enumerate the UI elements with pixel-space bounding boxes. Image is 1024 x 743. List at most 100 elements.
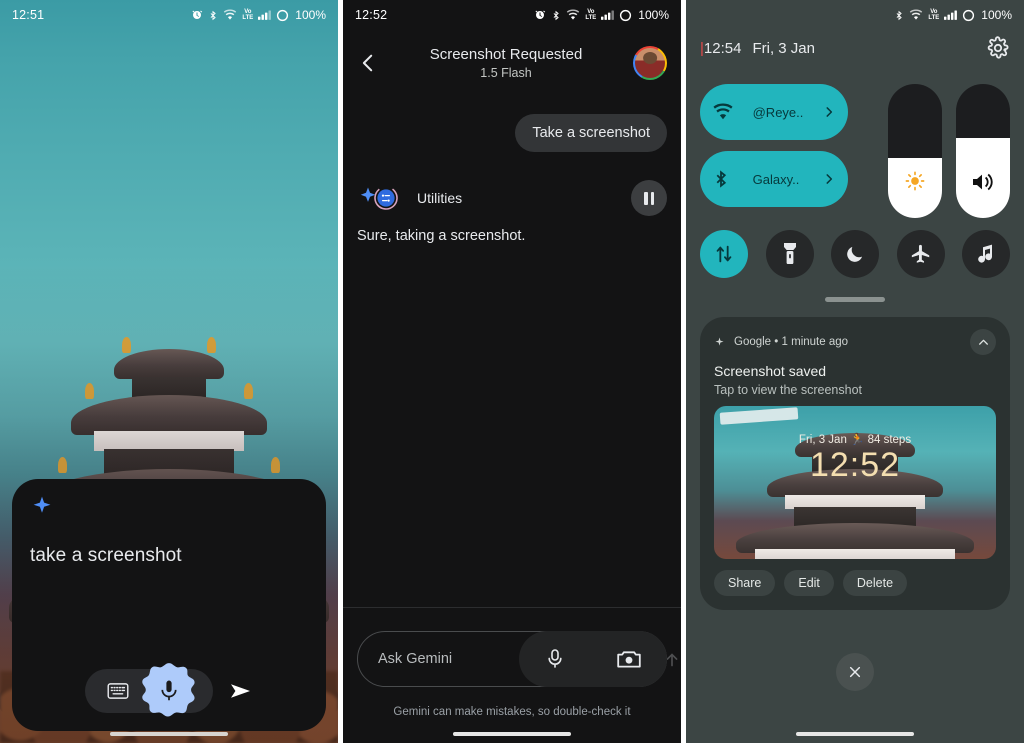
battery-ring-icon	[620, 9, 632, 21]
battery-ring-icon	[963, 9, 975, 21]
signal-bars-icon	[601, 10, 615, 20]
volte-icon: Vo LTE	[928, 9, 940, 21]
shade-date[interactable]: Fri, 3 Jan	[752, 40, 815, 57]
battery-percent: 100%	[981, 8, 1012, 22]
connectivity-tiles: @Reye.. Galaxy..	[700, 84, 848, 207]
assistant-extension-row: Utilities	[357, 180, 667, 216]
chat-title: Screenshot Requested	[429, 46, 583, 63]
bluetooth-tile-label: Galaxy..	[752, 171, 800, 187]
alarm-icon	[535, 10, 546, 19]
notification-card[interactable]: Google • 1 minute ago Screenshot saved T…	[700, 317, 1010, 610]
chat-header: Screenshot Requested 1.5 Flash	[343, 34, 681, 92]
composer-divider	[343, 607, 681, 608]
status-bar: 12:51 Vo LTE 100%	[0, 0, 338, 30]
status-icons: Vo LTE 100%	[534, 8, 669, 22]
shade-clock-row: |12:54 Fri, 3 Jan	[686, 33, 1024, 63]
notification-actions: Share Edit Delete	[714, 570, 996, 596]
toggle-tiles-row	[700, 230, 1010, 278]
brightness-slider[interactable]	[888, 84, 942, 218]
chevron-up-icon[interactable]	[970, 329, 996, 355]
battery-percent: 100%	[295, 8, 326, 22]
bluetooth-icon	[210, 10, 217, 20]
status-time: 12:52	[355, 8, 388, 22]
gemini-disclaimer: Gemini can make mistakes, so double-chec…	[393, 706, 631, 718]
home-indicator[interactable]	[796, 732, 914, 736]
notification-app-line: Google • 1 minute ago	[734, 336, 849, 348]
airplane-icon	[911, 244, 929, 263]
microphone-button[interactable]	[140, 662, 198, 720]
send-icon[interactable]	[229, 681, 253, 701]
pause-icon[interactable]	[631, 180, 667, 216]
home-indicator[interactable]	[110, 732, 228, 736]
wifi-icon	[713, 103, 733, 120]
back-chevron-icon[interactable]	[357, 52, 379, 74]
composer-actions-pill	[519, 631, 667, 687]
chat-title-block: Screenshot Requested 1.5 Flash	[379, 46, 633, 80]
walking-icon: 🏃	[850, 434, 865, 446]
home-indicator[interactable]	[453, 732, 571, 736]
screenshot-triptych: 12:51 Vo LTE 100% take a screenshot 12:5…	[0, 0, 1024, 743]
do-not-disturb-toggle[interactable]	[831, 230, 879, 278]
share-button[interactable]: Share	[714, 570, 776, 596]
assistant-input-bar	[30, 663, 308, 717]
moon-icon	[847, 246, 863, 262]
volte-icon: Vo LTE	[242, 9, 254, 21]
volume-slider[interactable]	[956, 84, 1010, 218]
gemini-sparkle-icon	[33, 496, 51, 513]
panel-gemini-chat: 12:52 Vo LTE 100% Screenshot Requested 1.…	[343, 0, 681, 743]
flashlight-icon	[783, 243, 796, 264]
panel-gemini-overlay: 12:51 Vo LTE 100% take a screenshot	[0, 0, 338, 743]
gear-icon[interactable]	[986, 36, 1010, 60]
signal-bars-icon	[944, 10, 958, 20]
chevron-right-icon[interactable]	[822, 105, 836, 119]
lockscreen-overlay: Fri, 3 Jan 🏃 84 steps 12:52	[714, 432, 996, 482]
battery-percent: 100%	[638, 8, 669, 22]
shade-drag-handle[interactable]	[825, 297, 885, 302]
sliders-group	[888, 84, 1010, 218]
bluetooth-icon	[553, 10, 560, 20]
music-note-icon	[978, 244, 992, 263]
google-app-icon	[715, 337, 724, 346]
airplane-mode-toggle[interactable]	[896, 230, 945, 278]
gemini-overlay-sheet: take a screenshot	[12, 479, 326, 731]
battery-ring-icon	[277, 9, 289, 21]
edit-button[interactable]: Edit	[784, 570, 834, 596]
mobile-data-toggle[interactable]	[700, 230, 748, 278]
assistant-message-text: Sure, taking a screenshot.	[357, 228, 526, 244]
bluetooth-icon	[896, 10, 903, 20]
lockscreen-meta: Fri, 3 Jan 🏃 84 steps	[798, 434, 912, 446]
flashlight-toggle[interactable]	[765, 230, 814, 278]
delete-button[interactable]: Delete	[842, 570, 908, 596]
wifi-tile[interactable]: @Reye..	[700, 84, 848, 140]
ask-gemini-input[interactable]: Ask Gemini	[378, 651, 452, 667]
status-bar: 12:52 Vo LTE 100%	[343, 0, 681, 30]
notification-header: Google • 1 minute ago	[714, 329, 996, 355]
status-icons: Vo LTE 100%	[191, 8, 326, 22]
chevron-right-icon[interactable]	[822, 172, 836, 186]
brightness-sun-icon	[905, 171, 925, 191]
sound-mode-toggle[interactable]	[962, 230, 1010, 278]
screenshot-preview[interactable]: Fri, 3 Jan 🏃 84 steps 12:52	[714, 406, 996, 559]
shade-time[interactable]: |12:54	[700, 40, 741, 57]
bluetooth-tile[interactable]: Galaxy..	[700, 151, 848, 207]
wifi-icon	[567, 9, 580, 20]
panel-quick-settings: VoLTE 100% |12:54 Fri, 3 Jan @Reye.. Ga	[686, 0, 1024, 743]
signal-bars-icon	[258, 10, 272, 20]
camera-icon[interactable]	[616, 649, 641, 669]
wifi-tile-label: @Reye..	[752, 104, 804, 120]
avatar[interactable]	[633, 46, 667, 80]
chat-model-subtitle: 1.5 Flash	[480, 66, 532, 80]
status-icons: Vo LTE 100%	[894, 8, 1012, 22]
assistant-extension-name: Utilities	[417, 190, 463, 206]
alarm-icon	[192, 10, 203, 19]
status-bar: Vo LTE 100%	[686, 0, 1024, 30]
bluetooth-icon	[716, 170, 727, 188]
composer-bar[interactable]: Ask Gemini	[357, 631, 667, 687]
wifi-icon	[224, 9, 237, 20]
microphone-icon[interactable]	[546, 648, 564, 670]
user-message-bubble: Take a screenshot	[515, 114, 667, 152]
close-icon[interactable]	[836, 653, 874, 691]
keyboard-icon[interactable]	[107, 683, 129, 699]
lockscreen-clock: 12:52	[809, 446, 901, 484]
wifi-icon	[910, 9, 923, 20]
